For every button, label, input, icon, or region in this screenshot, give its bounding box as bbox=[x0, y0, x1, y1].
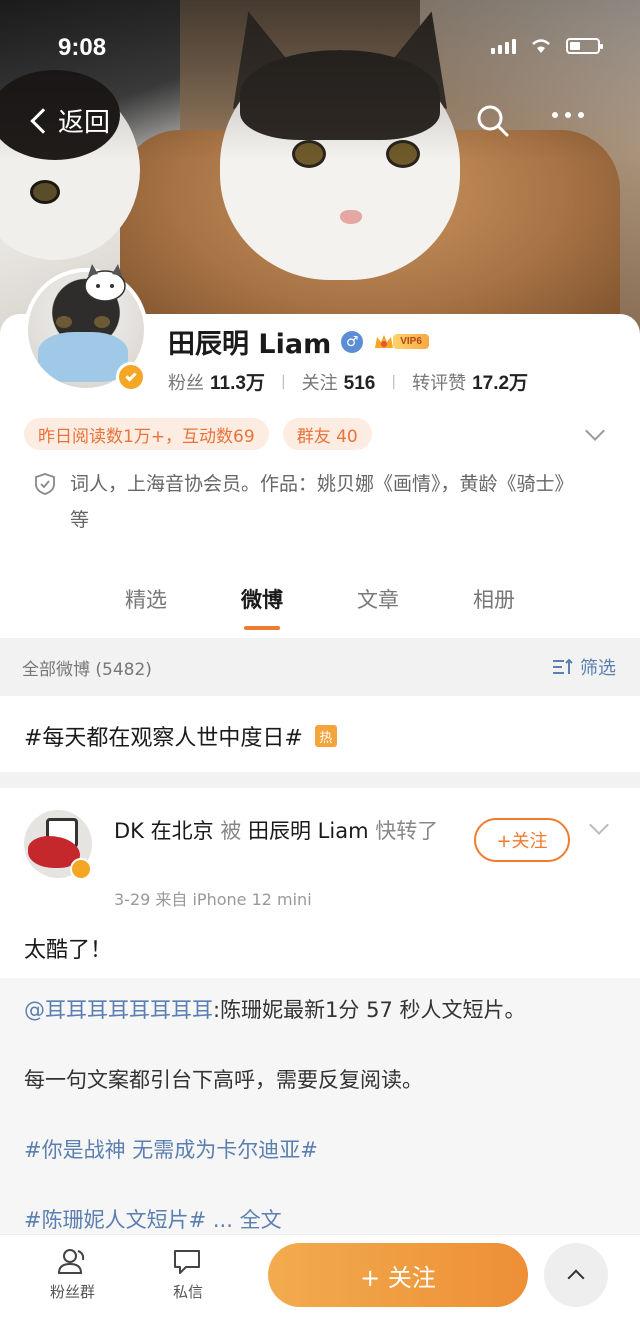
message-icon bbox=[174, 1250, 200, 1274]
vip-badge[interactable]: VIP6 bbox=[373, 332, 429, 352]
repost-mention[interactable]: @耳耳耳耳耳耳耳耳 bbox=[24, 998, 213, 1022]
post-action: 快转了 bbox=[375, 819, 439, 843]
tab-articles[interactable]: 文章 bbox=[320, 584, 436, 636]
cat-sticker-icon bbox=[84, 264, 126, 302]
filter-bar: 全部微博 (5482) 筛选 bbox=[0, 638, 640, 696]
follow-button[interactable]: + 关注 bbox=[268, 1243, 528, 1307]
profile-tabs: 精选 微博 文章 相册 bbox=[0, 584, 640, 636]
filter-button[interactable]: 筛选 bbox=[552, 654, 616, 680]
crown-icon bbox=[375, 334, 394, 348]
pinned-topic[interactable]: #每天都在观察人世中度日# 热 bbox=[24, 720, 337, 752]
follow-author-button[interactable]: +关注 bbox=[474, 818, 570, 862]
section-divider bbox=[0, 772, 640, 788]
repost-tag-1[interactable]: #你是战神 无需成为卡尔迪亚# bbox=[24, 1132, 616, 1168]
chevron-up-icon bbox=[567, 1269, 585, 1287]
profile-name-row: 田辰明 Liam ♂ VIP6 bbox=[168, 322, 429, 361]
fans-group-button[interactable]: 粉丝群 bbox=[50, 1247, 95, 1302]
status-time: 9:08 bbox=[58, 34, 107, 61]
message-label: 私信 bbox=[172, 1283, 203, 1301]
repost-tag-2: #陈珊妮人文短片# ... 全文 bbox=[24, 1202, 616, 1238]
signal-icon bbox=[491, 38, 516, 54]
bio-text: 词人，上海音协会员。作品：姚贝娜《画情》，黄龄《骑士》等 bbox=[70, 473, 574, 531]
bottom-action-bar: 粉丝群 私信 + 关注 bbox=[0, 1234, 640, 1324]
profile-bio: 词人，上海音协会员。作品：姚贝娜《画情》，黄龄《骑士》等 bbox=[34, 466, 594, 538]
more-icon[interactable] bbox=[552, 112, 584, 118]
hot-icon: 热 bbox=[314, 725, 337, 747]
tab-weibo[interactable]: 微博 bbox=[204, 584, 320, 636]
male-icon: ♂ bbox=[341, 330, 364, 353]
back-chevron-icon bbox=[30, 107, 56, 134]
battery-icon bbox=[566, 38, 603, 54]
verified-badge-icon bbox=[116, 362, 146, 392]
back-button[interactable]: 返回 bbox=[28, 102, 110, 139]
stat-divider: | bbox=[280, 373, 286, 390]
read-more-link[interactable]: ... 全文 bbox=[206, 1208, 282, 1232]
tab-album[interactable]: 相册 bbox=[436, 584, 552, 636]
status-icons bbox=[491, 38, 603, 54]
profile-name: 田辰明 Liam bbox=[168, 329, 332, 360]
back-label: 返回 bbox=[58, 108, 111, 138]
message-button[interactable]: 私信 bbox=[172, 1247, 204, 1302]
reposted-content[interactable]: @耳耳耳耳耳耳耳耳:陈珊妮最新1分 57 秒人文短片。 每一句文案都引台下高呼，… bbox=[0, 978, 640, 1248]
reading-stats-pill[interactable]: 昨日阅读数1万+，互动数69 bbox=[24, 418, 269, 450]
stat-fans[interactable]: 粉丝 11.3万 bbox=[168, 368, 265, 395]
profile-pills: 昨日阅读数1万+，互动数69 群友 40 bbox=[24, 418, 372, 450]
vip-level: VIP6 bbox=[393, 334, 429, 349]
filter-icon bbox=[553, 658, 573, 674]
repost-line-2: 每一句文案都引台下高呼，需要反复阅读。 bbox=[24, 1068, 423, 1092]
post-by-label: 被 bbox=[220, 819, 242, 843]
post-text: 太酷了！ bbox=[24, 938, 113, 963]
fan-group-pill[interactable]: 群友 40 bbox=[282, 418, 372, 450]
stat-divider: | bbox=[391, 373, 397, 390]
profile-stats: 粉丝 11.3万 | 关注 516 | 转评赞 17.2万 bbox=[168, 368, 528, 395]
all-posts-count: 全部微博 (5482) bbox=[22, 659, 152, 680]
scroll-top-button[interactable] bbox=[544, 1243, 608, 1307]
fans-group-icon bbox=[57, 1249, 84, 1274]
wifi-icon bbox=[532, 39, 550, 53]
post-verified-icon bbox=[70, 858, 92, 880]
topic-text: #每天都在观察人世中度日# bbox=[24, 726, 303, 751]
post-author[interactable]: DK 在北京 bbox=[114, 819, 214, 843]
tab-featured[interactable]: 精选 bbox=[88, 584, 204, 636]
search-icon[interactable] bbox=[476, 104, 510, 138]
shield-icon bbox=[35, 473, 55, 495]
post-meta: 3-29 来自 iPhone 12 mini bbox=[114, 890, 312, 909]
stat-interactions[interactable]: 转评赞 17.2万 bbox=[412, 368, 528, 395]
stat-following[interactable]: 关注 516 bbox=[302, 369, 376, 395]
repost-line-1: @耳耳耳耳耳耳耳耳:陈珊妮最新1分 57 秒人文短片。 bbox=[24, 998, 526, 1022]
filter-label: 筛选 bbox=[580, 658, 616, 679]
post-header: DK 在北京 被 田辰明 Liam 快转了 bbox=[114, 814, 454, 848]
repost-tag-2-link[interactable]: #陈珊妮人文短片# bbox=[24, 1208, 206, 1232]
post-reposter[interactable]: 田辰明 Liam bbox=[248, 819, 369, 843]
fans-group-label: 粉丝群 bbox=[50, 1283, 96, 1301]
